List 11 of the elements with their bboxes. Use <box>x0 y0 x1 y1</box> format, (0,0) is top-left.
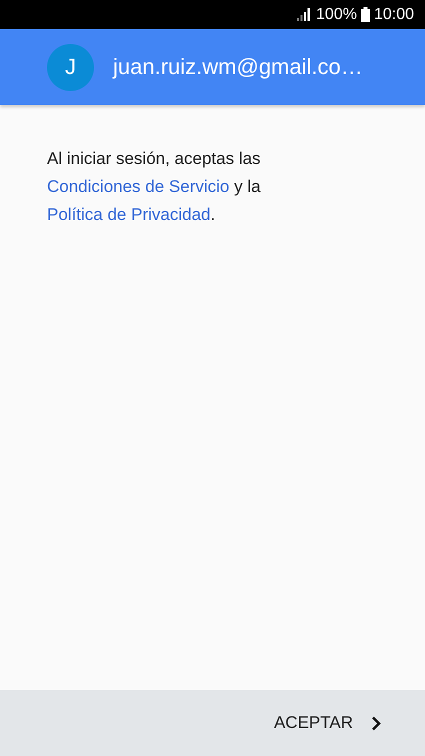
signal-icon <box>297 8 312 21</box>
chevron-right-icon <box>371 716 381 730</box>
battery-icon <box>360 7 370 22</box>
clock-time: 10:00 <box>374 6 414 24</box>
terms-link[interactable]: Condiciones de Servicio <box>47 177 230 196</box>
account-email: juan.ruiz.wm@gmail.co… <box>113 54 363 80</box>
terms-link[interactable]: Política de Privacidad <box>47 205 210 224</box>
avatar: J <box>47 44 94 90</box>
terms-text: Al iniciar sesión, aceptas las Condiciones de Servicio y la Política de Privacidad. <box>47 148 262 226</box>
accept-button[interactable]: ACEPTAR <box>270 707 385 739</box>
battery-percentage: 100% <box>316 6 357 24</box>
